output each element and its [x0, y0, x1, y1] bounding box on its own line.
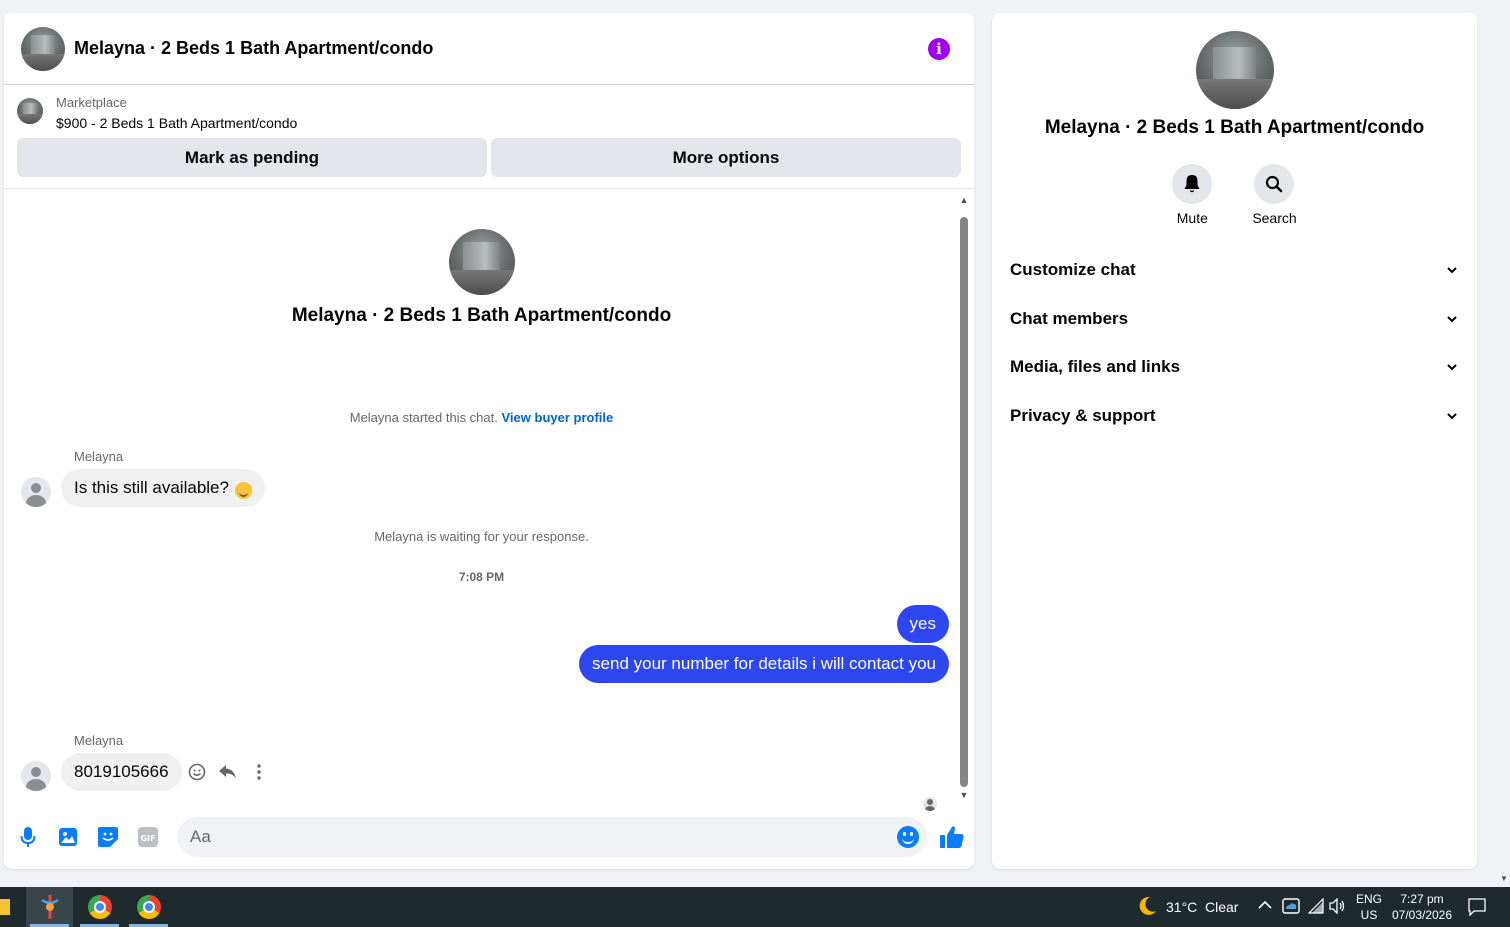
- reply-icon[interactable]: [218, 762, 238, 782]
- marketplace-listing[interactable]: Marketplace $900 - 2 Beds 1 Bath Apartme…: [17, 95, 961, 131]
- language-indicator[interactable]: ENG US: [1354, 891, 1384, 923]
- show-hidden-icons-chevron-up-icon[interactable]: [1258, 899, 1272, 913]
- photo-icon[interactable]: [57, 826, 79, 848]
- seen-indicator-avatar: [923, 797, 937, 811]
- message-text: Is this still available?: [74, 478, 229, 497]
- notification-center-icon[interactable]: [1468, 898, 1486, 921]
- clock-date: 07/03/2026: [1391, 908, 1453, 922]
- weather-description[interactable]: Clear: [1205, 899, 1238, 915]
- listing-thumbnail: [17, 98, 43, 124]
- language-code: ENG: [1355, 892, 1382, 906]
- mute-label: Mute: [1176, 210, 1208, 226]
- info-avatar[interactable]: [1195, 31, 1274, 109]
- section-chat-members[interactable]: Chat members: [992, 295, 1477, 344]
- chat-started-text: Melayna started this chat.: [349, 410, 498, 425]
- weather-temperature[interactable]: 31°C: [1166, 899, 1197, 915]
- chevron-down-icon: [1447, 413, 1457, 420]
- taskbar-app-active[interactable]: [26, 887, 73, 927]
- message-list[interactable]: ▲ ▼ Melayna · 2 Beds 1 Bath Apartment/co…: [4, 191, 974, 811]
- gif-icon[interactable]: GIF: [137, 826, 159, 848]
- thumbs-up-icon[interactable]: [939, 824, 965, 850]
- view-buyer-profile-link[interactable]: View buyer profile: [502, 410, 614, 425]
- sender-avatar[interactable]: [21, 761, 51, 791]
- scroll-down-arrow-icon[interactable]: ▼: [958, 790, 970, 800]
- conversation-info-panel: Melayna · 2 Beds 1 Bath Apartment/condo …: [992, 13, 1477, 869]
- chevron-down-icon: [1447, 267, 1457, 274]
- more-actions-icon[interactable]: [249, 762, 269, 782]
- wifi-icon[interactable]: [1307, 897, 1324, 919]
- sender-name: Melayna: [74, 733, 124, 748]
- section-label: Media, files and links: [1010, 357, 1181, 377]
- clock-time: 7:27 pm: [1400, 892, 1444, 906]
- scroll-up-arrow-icon[interactable]: ▲: [958, 195, 970, 205]
- taskbar-chrome-profile-h[interactable]: [76, 887, 123, 927]
- chat-header: Melayna · 2 Beds 1 Bath Apartment/condo …: [4, 13, 974, 85]
- outgoing-message[interactable]: send your number for details i will cont…: [579, 645, 949, 683]
- info-sections: Customize chat Chat members Media, files…: [992, 246, 1477, 440]
- region-code: US: [1360, 908, 1378, 922]
- message-input[interactable]: Aa: [177, 817, 927, 857]
- message-input-placeholder: Aa: [190, 827, 211, 846]
- react-icon[interactable]: [187, 762, 207, 782]
- chevron-down-icon: [1447, 364, 1457, 371]
- windows-taskbar: 31°C Clear ENG US 7:27 pm 07/03/2026: [0, 887, 1510, 927]
- onedrive-icon[interactable]: [1282, 898, 1300, 919]
- smiling-emoji-icon: [234, 481, 252, 499]
- search-label: Search: [1252, 210, 1297, 226]
- scroll-thumb[interactable]: [960, 217, 968, 787]
- sticker-icon[interactable]: [97, 826, 119, 848]
- clock[interactable]: 7:27 pm 07/03/2026: [1388, 891, 1456, 923]
- chat-panel: Melayna · 2 Beds 1 Bath Apartment/condo …: [4, 13, 974, 869]
- conversation-avatar[interactable]: [21, 26, 65, 71]
- page-scrollbar[interactable]: ▼: [1498, 0, 1510, 887]
- app-icon: [40, 895, 59, 919]
- message-text: 8019105666: [74, 762, 169, 781]
- sender-avatar[interactable]: [21, 477, 51, 507]
- page-scroll-down-arrow-icon[interactable]: ▼: [1500, 874, 1508, 883]
- search-button[interactable]: Search: [1252, 164, 1297, 226]
- listing-title: $900 - 2 Beds 1 Bath Apartment/condo: [56, 115, 298, 131]
- section-media-files-links[interactable]: Media, files and links: [992, 343, 1477, 392]
- outgoing-message[interactable]: yes: [896, 605, 949, 643]
- chat-intro: Melayna · 2 Beds 1 Bath Apartment/condo: [4, 229, 959, 327]
- marketplace-label: Marketplace: [56, 95, 127, 110]
- message-text: send your number for details i will cont…: [592, 654, 936, 673]
- more-options-button[interactable]: More options: [491, 138, 961, 177]
- message-text: yes: [909, 614, 936, 633]
- volume-icon[interactable]: [1329, 897, 1347, 919]
- file-explorer-icon[interactable]: [0, 899, 10, 915]
- message-composer: GIF Aa: [4, 813, 974, 861]
- taskbar-chrome-profile-2[interactable]: [125, 887, 172, 927]
- marketplace-bar: Marketplace $900 - 2 Beds 1 Bath Apartme…: [4, 85, 974, 189]
- message-scrollbar[interactable]: ▲ ▼: [958, 195, 970, 800]
- info-title: Melayna · 2 Beds 1 Bath Apartment/condo: [1044, 117, 1425, 138]
- waiting-status: Melayna is waiting for your response.: [374, 529, 589, 544]
- microphone-icon[interactable]: [17, 826, 39, 848]
- chevron-down-icon: [1447, 316, 1457, 323]
- intro-title: Melayna · 2 Beds 1 Bath Apartment/condo: [291, 305, 672, 326]
- incoming-message[interactable]: Is this still available?: [61, 469, 265, 507]
- section-label: Customize chat: [1010, 260, 1136, 280]
- moon-weather-icon[interactable]: [1136, 895, 1158, 917]
- section-customize-chat[interactable]: Customize chat: [992, 246, 1477, 295]
- section-label: Privacy & support: [1010, 405, 1156, 425]
- svg-text:GIF: GIF: [140, 834, 155, 843]
- message-actions: [187, 762, 269, 782]
- mute-button[interactable]: Mute: [1172, 164, 1213, 226]
- intro-avatar: [448, 229, 515, 295]
- emoji-picker-icon[interactable]: [897, 826, 919, 848]
- chrome-icon: [136, 895, 161, 919]
- search-icon: [1254, 164, 1295, 204]
- info-icon[interactable]: i: [928, 37, 950, 60]
- section-privacy-support[interactable]: Privacy & support: [992, 392, 1477, 441]
- mark-as-pending-button[interactable]: Mark as pending: [17, 138, 487, 177]
- chat-title[interactable]: Melayna · 2 Beds 1 Bath Apartment/condo: [74, 38, 928, 59]
- bell-icon: [1172, 164, 1213, 204]
- message-timestamp: 7:08 PM: [458, 570, 505, 584]
- sender-name: Melayna: [74, 449, 124, 464]
- incoming-message[interactable]: 8019105666: [61, 753, 182, 791]
- chat-started-line: Melayna started this chat. View buyer pr…: [4, 410, 959, 425]
- section-label: Chat members: [1010, 308, 1129, 328]
- chrome-icon: [87, 895, 112, 919]
